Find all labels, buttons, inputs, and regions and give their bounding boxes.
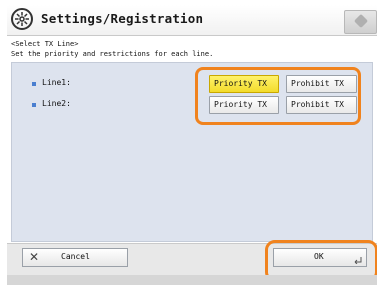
cancel-button[interactable]: ✕ Cancel [22,248,128,267]
cancel-label: Cancel [61,252,90,261]
line-buttons-highlight [195,67,361,125]
section-heading: <Select TX Line> [11,40,79,48]
close-icon: ✕ [29,250,40,264]
line-label: Line2: [42,99,71,108]
header-bar: Settings/Registration [7,5,377,36]
settings-screen: Settings/Registration <Select TX Line> S… [7,5,377,285]
instruction-text: Set the priority and restrictions for ea… [11,50,214,58]
counter-check-button[interactable] [344,10,377,34]
page-title: Settings/Registration [41,11,204,26]
settings-registration-icon [11,8,33,30]
status-bar [7,275,377,285]
line-label: Line1: [42,78,71,87]
bullet-icon [32,82,36,86]
counter-check-icon [353,13,369,29]
bullet-icon [32,103,36,107]
